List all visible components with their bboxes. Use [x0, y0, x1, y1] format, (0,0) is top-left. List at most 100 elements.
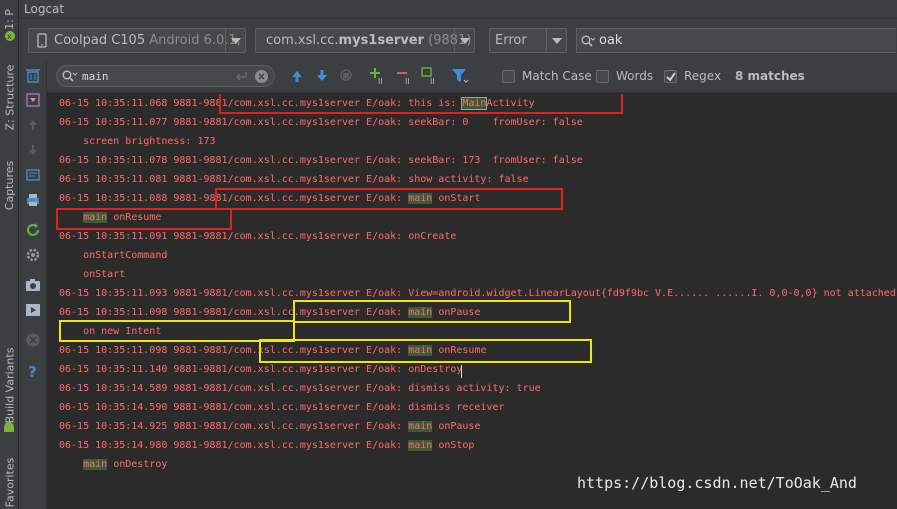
- log-text: Activity: [486, 98, 535, 109]
- log-text: 06-15 10:35:14.590 9881-9881/com.xsl.cc.…: [59, 402, 505, 413]
- soft-wrap-icon[interactable]: [25, 167, 41, 183]
- arrow-up-icon[interactable]: [25, 117, 41, 133]
- process-selector[interactable]: com.xsl.cc. mys1server (9881): [255, 28, 475, 53]
- device-name: Coolpad C105: [54, 33, 146, 48]
- log-text: onDestroy: [107, 459, 168, 470]
- log-line: 06-15 10:35:11.140 9881-9881/com.xsl.cc.…: [59, 360, 462, 379]
- matches-count: 8 matches: [735, 69, 805, 83]
- log-text: 06-15 10:35:11.088 9881-9881/com.xsl.cc.…: [59, 193, 409, 204]
- find-in-window-icon[interactable]: [339, 68, 355, 84]
- log-line: 06-15 10:35:14.980 9881-9881/com.xsl.cc.…: [59, 436, 474, 455]
- side-tab-build-variants-label: Build Variants: [3, 347, 17, 423]
- log-line: 06-15 10:35:14.925 9881-9881/com.xsl.cc.…: [59, 417, 480, 436]
- log-text: onStart: [432, 193, 481, 204]
- svg-text:II: II: [378, 77, 383, 85]
- log-text: onStop: [432, 440, 475, 451]
- log-line: onStartCommand: [59, 246, 167, 265]
- log-line: 06-15 10:35:11.098 9881-9881/com.xsl.cc.…: [59, 341, 486, 360]
- help-icon[interactable]: ?: [25, 363, 41, 379]
- next-occurrence-icon[interactable]: [315, 69, 329, 83]
- search-match-highlight: main: [83, 212, 108, 223]
- search-match-highlight: main: [408, 421, 433, 432]
- enter-icon: [236, 72, 247, 81]
- log-text: on new Intent: [59, 326, 162, 337]
- log-text: screen brightness: 173: [59, 136, 216, 147]
- watermark: https://blog.csdn.net/ToOak_And: [577, 474, 857, 492]
- log-text: onPause: [432, 307, 481, 318]
- side-tab-captures[interactable]: Captures: [0, 150, 19, 220]
- log-line: 06-15 10:35:11.081 9881-9881/com.xsl.cc.…: [59, 170, 529, 189]
- search-match-highlight: main: [408, 193, 433, 204]
- log-line: 06-15 10:35:11.078 9881-9881/com.xsl.cc.…: [59, 151, 583, 170]
- search-match-highlight: main: [83, 459, 108, 470]
- match-case-checkbox[interactable]: [502, 70, 515, 83]
- words-label: Words: [616, 69, 654, 83]
- chevron-down-icon: [225, 29, 245, 52]
- side-tab-build-variants[interactable]: Build Variants: [0, 340, 19, 430]
- phone-icon: [37, 33, 47, 48]
- find-toolbar: main II II II Match Case Words Regex 8 m…: [47, 61, 897, 93]
- log-line: on new Intent: [59, 322, 161, 341]
- words-checkbox[interactable]: [596, 70, 609, 83]
- log-text: 06-15 10:35:14.925 9881-9881/com.xsl.cc.…: [59, 421, 409, 432]
- device-selector[interactable]: Coolpad C105 Android 6.0.1,: [28, 28, 246, 53]
- logcat-toolbar: Coolpad C105 Android 6.0.1, com.xsl.cc. m…: [19, 19, 897, 61]
- gear-icon[interactable]: [25, 247, 41, 263]
- print-icon[interactable]: [25, 192, 41, 208]
- log-text: 06-15 10:35:11.098 9881-9881/com.xsl.cc.…: [59, 345, 409, 356]
- logcat-output[interactable]: main onDestroy 06-15 10:35:14.980 9881-98…: [48, 94, 897, 509]
- log-line: onStart: [59, 265, 125, 284]
- log-text: onStart: [59, 269, 126, 280]
- log-text: 06-15 10:35:11.091 9881-9881/com.xsl.cc.…: [59, 231, 457, 242]
- side-tab-structure[interactable]: Z: Structure: [0, 52, 19, 142]
- search-match-highlight: main: [408, 307, 433, 318]
- remove-selection-icon[interactable]: II: [396, 67, 414, 85]
- log-text: 06-15 10:35:11.098 9881-9881/com.xsl.cc.…: [59, 307, 409, 318]
- filter-icon[interactable]: [451, 68, 469, 84]
- side-tab-favorites-label: Favorites: [3, 457, 17, 507]
- log-text: 06-15 10:35:11.081 9881-9881/com.xsl.cc.…: [59, 174, 529, 185]
- log-text: 06-15 10:35:11.140 9881-9881/com.xsl.cc.…: [59, 364, 463, 375]
- screen-record-icon[interactable]: [25, 302, 41, 318]
- log-line: 06-15 10:35:11.068 9881-9881/com.xsl.cc.…: [59, 94, 535, 113]
- previous-occurrence-icon[interactable]: [290, 69, 304, 83]
- checkmark-icon: [666, 72, 676, 82]
- log-line: main onDestroy: [59, 455, 167, 474]
- log-text: onResume: [107, 212, 162, 223]
- log-line: 06-15 10:35:11.077 9881-9881/com.xsl.cc.…: [59, 113, 583, 132]
- log-line: 06-15 10:35:11.091 9881-9881/com.xsl.cc.…: [59, 227, 456, 246]
- log-text: 06-15 10:35:11.068 9881-9881/com.xsl.cc.…: [59, 98, 463, 109]
- close-icon[interactable]: [25, 332, 41, 348]
- clear-search-icon[interactable]: [254, 69, 269, 84]
- logcat-search-value: oak: [599, 33, 623, 48]
- log-text: 06-15 10:35:14.589 9881-9881/com.xsl.cc.…: [59, 383, 541, 394]
- log-line: 06-15 10:35:14.590 9881-9881/com.xsl.cc.…: [59, 398, 505, 417]
- logcat-search-field[interactable]: oak: [576, 28, 896, 53]
- log-text: onStartCommand: [59, 250, 168, 261]
- log-line: screen brightness: 173: [59, 132, 216, 151]
- text-caret: [461, 365, 462, 378]
- log-text: 06-15 10:35:11.078 9881-9881/com.xsl.cc.…: [59, 155, 583, 166]
- add-selection-icon[interactable]: II: [369, 67, 387, 85]
- tool-window-title-bar: Logcat: [19, 0, 897, 19]
- search-icon: [581, 35, 595, 47]
- trash-icon[interactable]: [25, 67, 41, 83]
- log-text: 06-15 10:35:11.093 9881-9881/com.xsl.cc.…: [59, 288, 896, 299]
- restart-icon[interactable]: [25, 222, 41, 238]
- log-level-selector[interactable]: Error: [489, 28, 567, 53]
- log-text: 06-15 10:35:11.077 9881-9881/com.xsl.cc.…: [59, 117, 583, 128]
- scroll-to-end-icon[interactable]: [25, 92, 41, 108]
- match-case-label: Match Case: [522, 69, 592, 83]
- log-level-value: Error: [495, 33, 527, 48]
- select-all-occurrences-icon[interactable]: II: [421, 67, 439, 85]
- search-match-highlight: Main: [461, 97, 488, 110]
- camera-icon[interactable]: [25, 277, 41, 293]
- arrow-down-icon[interactable]: [25, 142, 41, 158]
- search-match-highlight: main: [408, 440, 433, 451]
- find-search-field[interactable]: main: [56, 65, 275, 87]
- side-tab-favorites[interactable]: Favorites: [0, 455, 19, 509]
- regex-checkbox[interactable]: [664, 70, 677, 83]
- svg-text:II: II: [430, 77, 435, 85]
- android-icon: x: [0, 30, 19, 42]
- svg-text:x: x: [7, 32, 12, 41]
